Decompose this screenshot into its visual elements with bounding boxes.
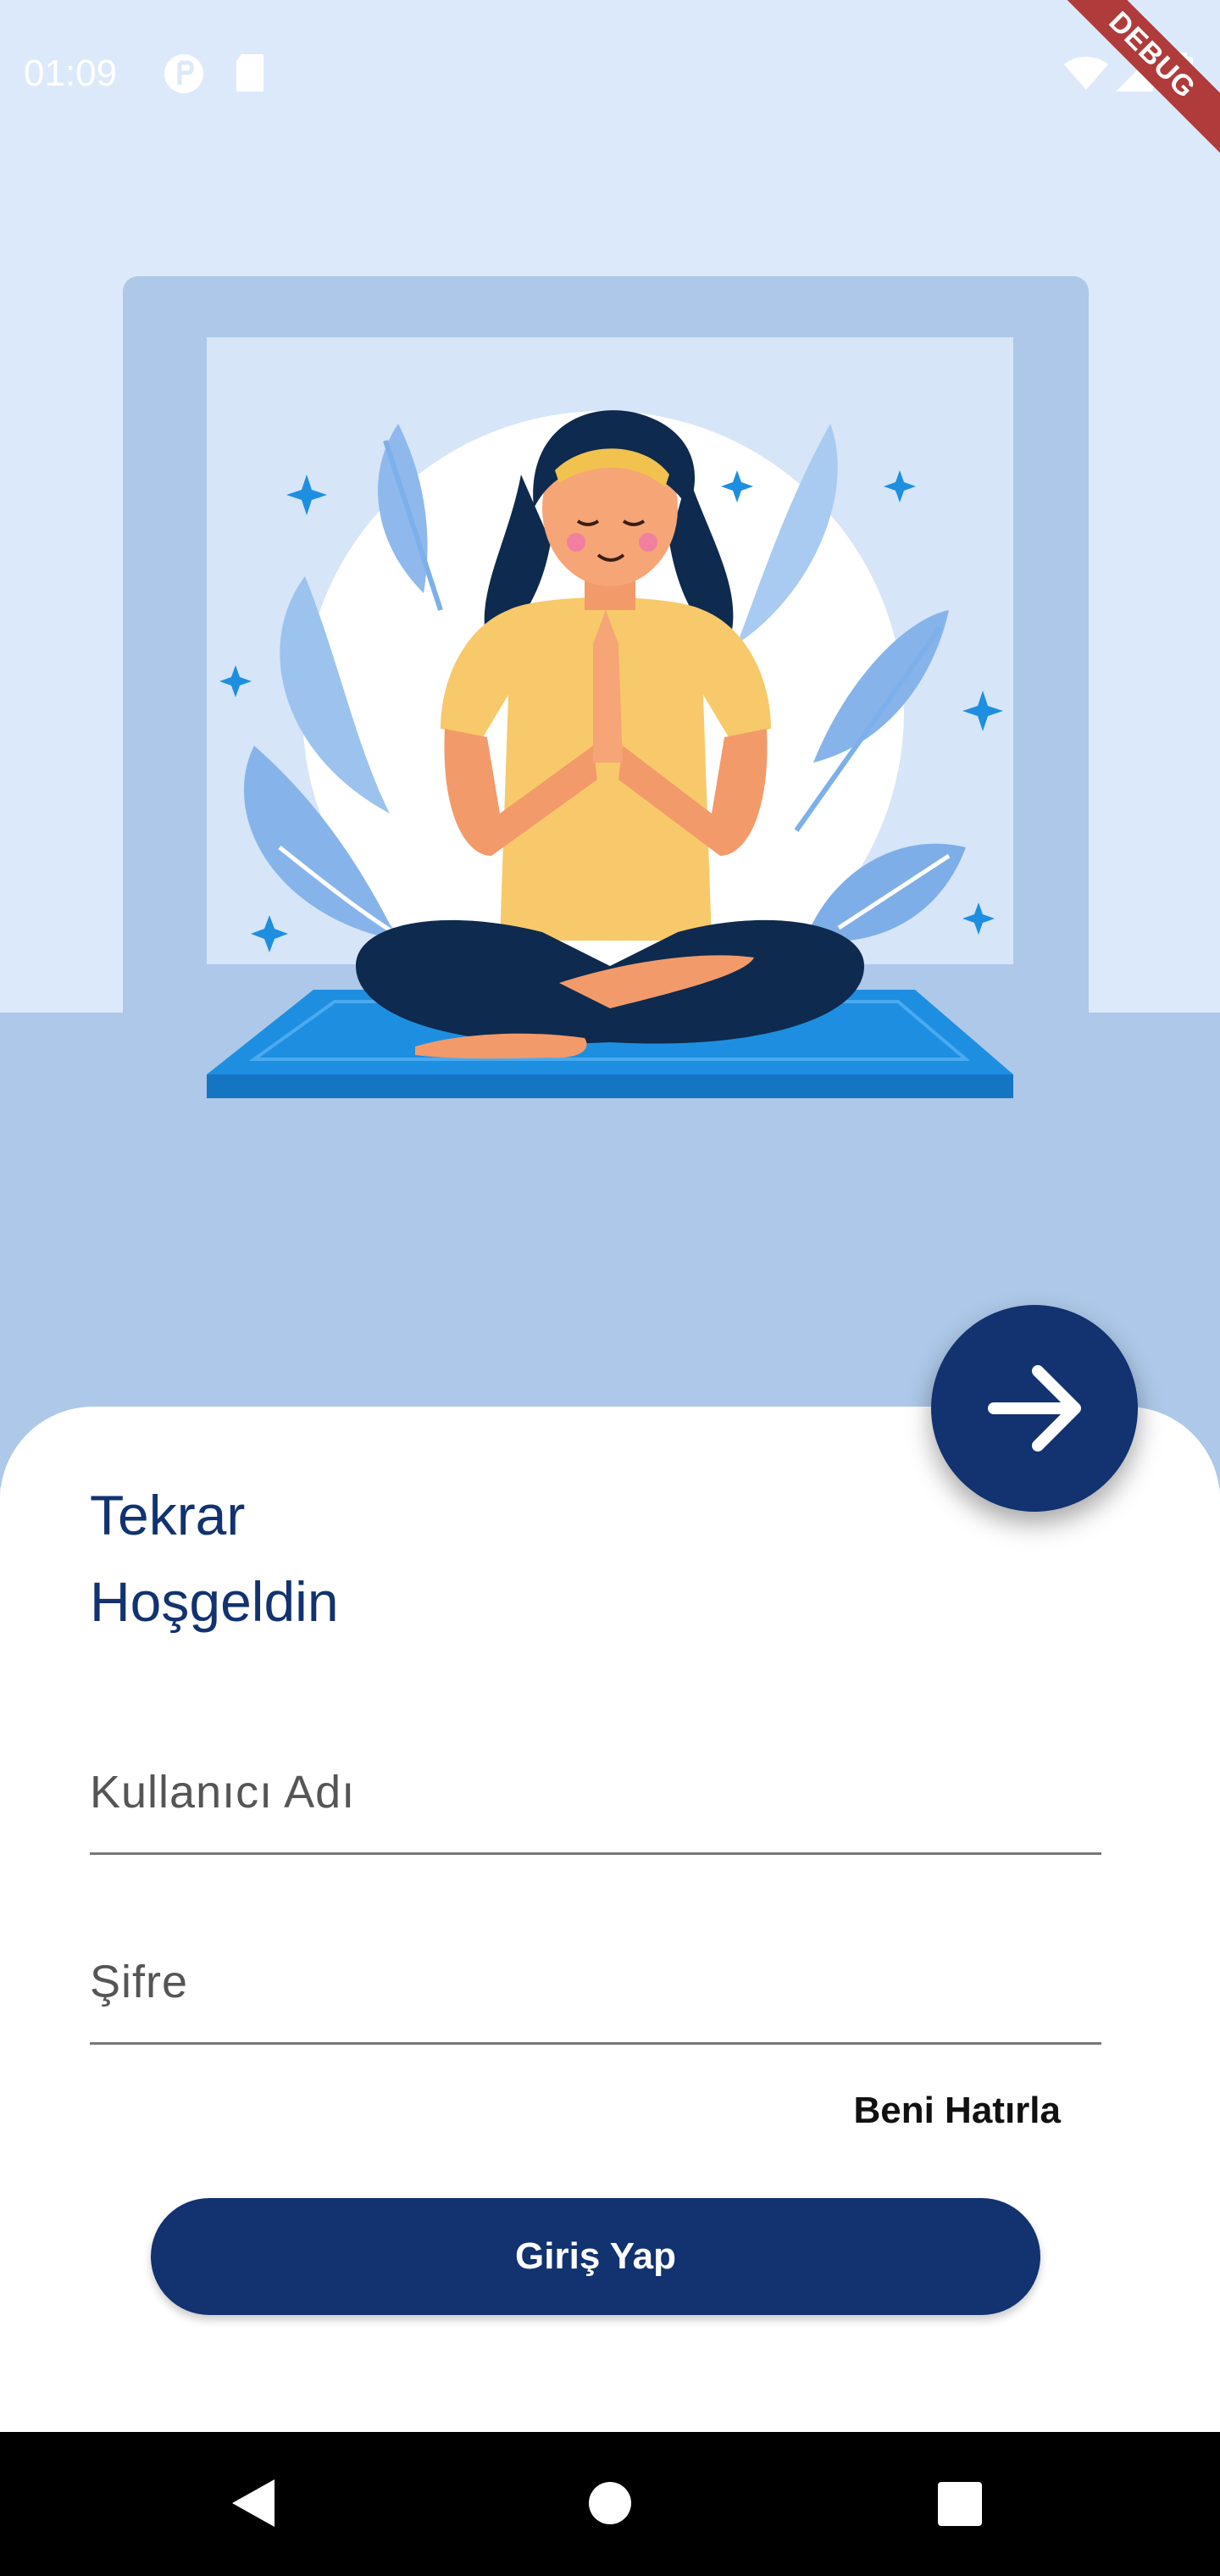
sd-card-icon <box>233 53 267 97</box>
home-icon[interactable] <box>588 2481 632 2529</box>
welcome-title-line1: Tekrar <box>90 1484 246 1546</box>
system-nav-bar <box>0 2432 1220 2576</box>
status-bar: 01:09 <box>0 0 1220 144</box>
hero-section <box>0 0 1220 1487</box>
username-label: Kullanıcı Adı <box>90 1767 356 1818</box>
yoga-illustration <box>207 410 1013 1098</box>
password-field[interactable]: Şifre <box>90 1949 1101 2045</box>
wifi-icon <box>1062 53 1110 97</box>
welcome-title-line2: Hoşgeldin <box>90 1570 339 1633</box>
username-field[interactable]: Kullanıcı Adı <box>90 1759 1101 1855</box>
status-time: 01:09 <box>24 53 118 94</box>
login-screen: 01:09 DEBUG Tekrar Hoşgeldin Kullanıcı A… <box>0 0 1220 2576</box>
password-label: Şifre <box>90 1957 189 2007</box>
arrow-right-icon <box>988 1365 1081 1452</box>
recents-icon[interactable] <box>937 2481 983 2531</box>
next-fab-button[interactable] <box>931 1305 1138 1512</box>
back-icon[interactable] <box>230 2478 276 2533</box>
login-button[interactable]: Giriş Yap <box>151 2198 1040 2315</box>
app-icon <box>163 53 205 99</box>
remember-me-button[interactable]: Beni Hatırla <box>853 2090 1061 2132</box>
